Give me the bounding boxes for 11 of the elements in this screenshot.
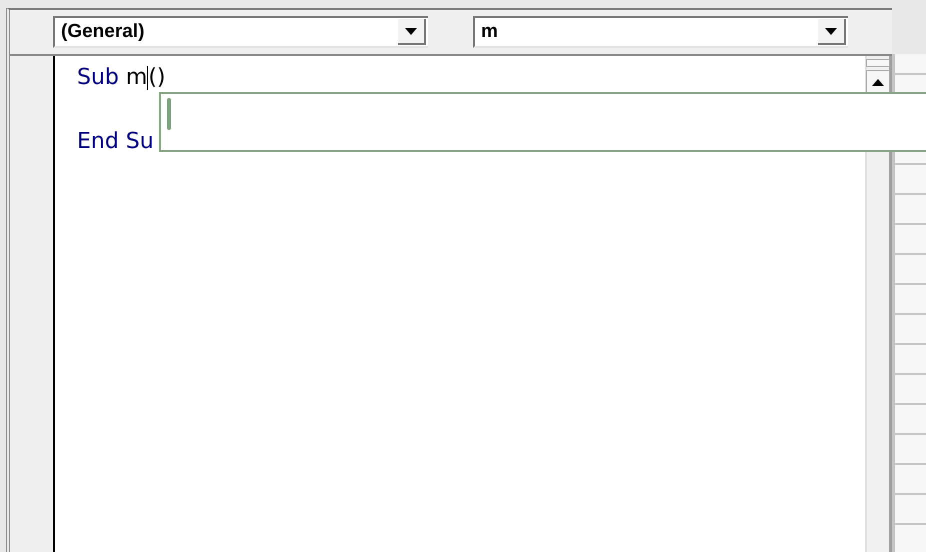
code-line: Sub m() (77, 64, 166, 92)
scroll-up-button[interactable] (866, 70, 890, 94)
object-dropdown[interactable]: (General) (53, 16, 428, 48)
dropdown-arrow-icon (405, 28, 417, 34)
procedure-dropdown[interactable]: m (473, 16, 848, 48)
code-line: End Su (77, 128, 155, 156)
text-cursor (147, 66, 148, 90)
selection-marker-icon (167, 98, 171, 130)
up-arrow-icon (872, 78, 884, 86)
dropdown-arrow-icon (825, 28, 837, 34)
scroll-grip[interactable] (866, 59, 890, 67)
